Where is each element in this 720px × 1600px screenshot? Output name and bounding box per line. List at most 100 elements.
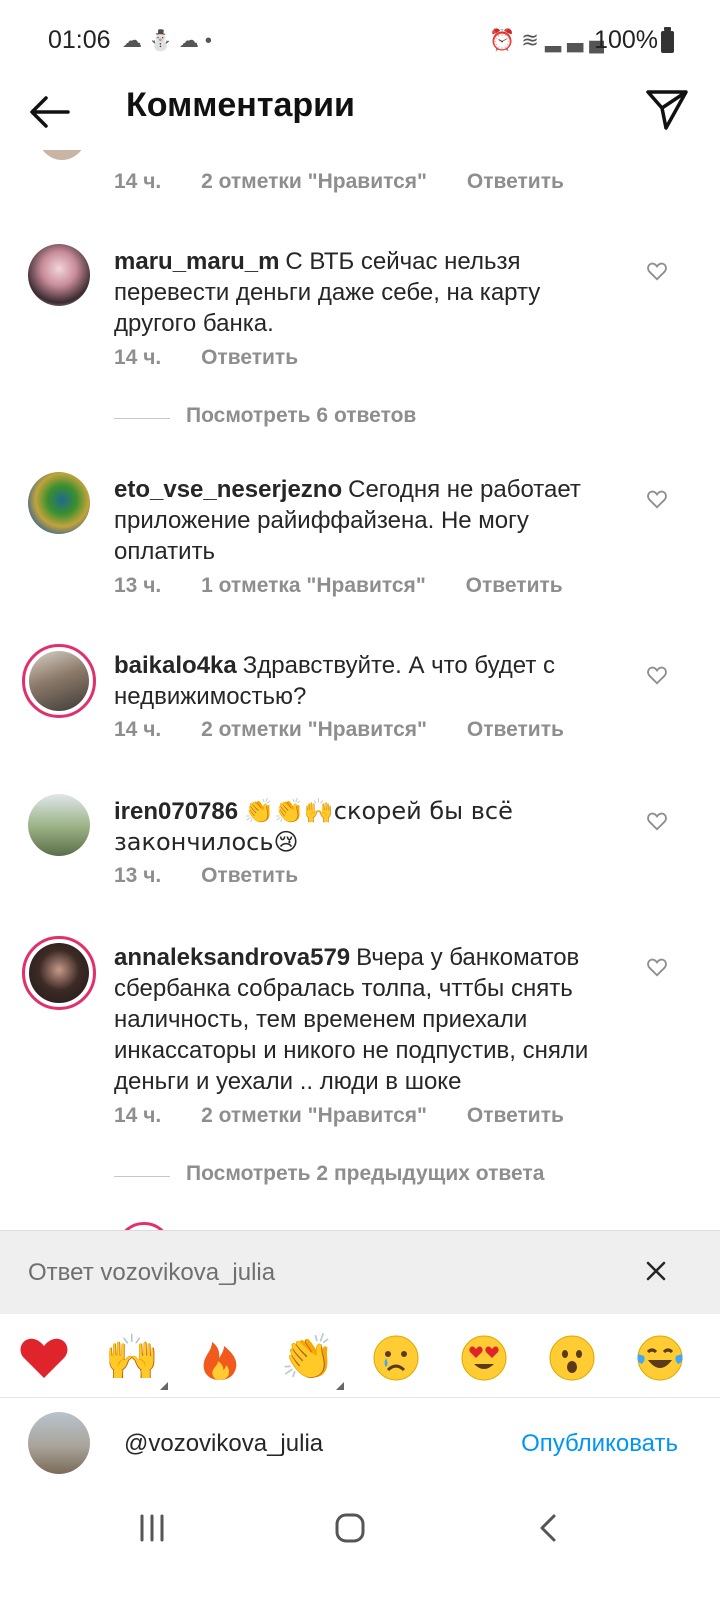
- comment-meta: 13 ч. Ответить: [114, 864, 332, 888]
- reply-link[interactable]: Ответить: [201, 864, 298, 888]
- comment-composer: @vozovikova_julia Опубликовать: [0, 1400, 720, 1492]
- divider: [114, 1176, 170, 1177]
- tears-of-joy-emoji-button[interactable]: [630, 1330, 690, 1386]
- battery-icon: [661, 27, 674, 53]
- fire-icon: [203, 1342, 237, 1380]
- heart-icon[interactable]: [646, 810, 668, 832]
- raising-hands-emoji-button[interactable]: 🙌: [102, 1330, 168, 1390]
- red-heart-emoji-button[interactable]: [14, 1330, 74, 1386]
- wifi-icon: ≋: [521, 29, 545, 52]
- heart-icon[interactable]: [646, 488, 668, 510]
- system-nav-bar: [0, 1492, 720, 1600]
- battery-percent: 100%: [594, 26, 658, 54]
- chevron-left-icon: [540, 1514, 556, 1542]
- comment-meta: 14 ч. 2 отметки "Нравится" Ответить: [114, 718, 598, 742]
- comment-time: 14 ч.: [114, 718, 162, 741]
- comment-likes[interactable]: 2 отметки "Нравится": [201, 718, 427, 742]
- arrow-left-icon: [30, 96, 70, 128]
- fire-emoji-button[interactable]: [190, 1330, 250, 1386]
- view-replies-button[interactable]: Посмотреть 2 предыдущих ответа: [114, 1162, 674, 1192]
- avatar[interactable]: [28, 472, 90, 534]
- variant-indicator: [336, 1382, 344, 1390]
- raising-hands-icon: 🙌: [104, 1332, 160, 1383]
- heart-icon[interactable]: [646, 260, 668, 282]
- comment-meta: 13 ч. 1 отметка "Нравится" Ответить: [114, 574, 597, 598]
- comment-text: eto_vse_neserjezno Сегодня не работает пр…: [114, 474, 624, 567]
- avatar: [29, 651, 89, 711]
- status-right-icons: ⏰≋▂▃▄: [489, 28, 610, 53]
- back-button[interactable]: [26, 88, 74, 136]
- clapping-hands-emoji-button[interactable]: 👏: [278, 1330, 344, 1390]
- dot-icon: •: [204, 30, 218, 52]
- comment-likes[interactable]: 2 отметки "Нравится": [201, 1104, 427, 1128]
- close-icon: [646, 1261, 666, 1281]
- crying-face-icon: [373, 1335, 419, 1381]
- avatar-with-story[interactable]: [22, 644, 96, 718]
- comment-likes[interactable]: 2 отметки "Нравится": [201, 170, 427, 194]
- comment-time: 13 ч.: [114, 574, 162, 597]
- comment-likes[interactable]: 1 отметка "Нравится": [201, 574, 426, 598]
- reply-link[interactable]: Ответить: [467, 170, 564, 194]
- red-heart-icon: [20, 1338, 68, 1378]
- comments-list[interactable]: 14 ч. 2 отметки "Нравится" Ответить maru…: [0, 140, 720, 1250]
- publish-button[interactable]: Опубликовать: [521, 1430, 678, 1458]
- reply-link[interactable]: Ответить: [467, 1104, 564, 1128]
- surprised-face-icon: [549, 1335, 595, 1381]
- avatar: [29, 943, 89, 1003]
- heart-icon[interactable]: [646, 664, 668, 686]
- comment-username[interactable]: eto_vse_neserjezno: [114, 476, 342, 503]
- comment-meta: 14 ч. Ответить: [114, 346, 332, 370]
- page-title: Комментарии: [126, 86, 355, 124]
- clapping-hands-icon: 👏: [280, 1332, 336, 1383]
- avatar[interactable]: [28, 794, 90, 856]
- surprised-face-emoji-button[interactable]: [542, 1330, 602, 1386]
- avatar-with-story[interactable]: [22, 936, 96, 1010]
- tears-of-joy-face-icon: [637, 1335, 683, 1381]
- comment-username[interactable]: annaleksandrova579: [114, 944, 350, 971]
- home-button[interactable]: [320, 1508, 380, 1548]
- divider: [114, 418, 170, 419]
- view-replies-button[interactable]: Посмотреть 6 ответов: [114, 404, 674, 434]
- avatar[interactable]: [28, 244, 90, 306]
- comment-text: maru_maru_m С ВТБ сейчас нельзя перевести…: [114, 246, 624, 339]
- comment-username[interactable]: maru_maru_m: [114, 248, 279, 275]
- reply-link[interactable]: Ответить: [466, 574, 563, 598]
- crying-face-emoji-button[interactable]: [366, 1330, 426, 1386]
- comment-time: 14 ч.: [114, 346, 162, 369]
- cloud-icon: ☁: [178, 30, 205, 52]
- replying-to-bar: Ответ vozovikova_julia: [0, 1230, 720, 1314]
- status-left-icons: ☁⛄☁•: [122, 28, 218, 53]
- heart-eyes-face-icon: [461, 1335, 507, 1381]
- home-icon: [335, 1513, 365, 1543]
- status-time: 01:06: [48, 26, 111, 54]
- emoji-quick-bar: 🙌 👏: [0, 1316, 720, 1398]
- comment-meta: 14 ч. 2 отметки "Нравится" Ответить: [114, 1104, 598, 1128]
- comment-text: iren070786 👏👏🙌скорей бы всё закончилось😢: [114, 796, 624, 858]
- current-user-avatar: [28, 1412, 90, 1474]
- comment-text: annaleksandrova579 Вчера у банкоматов сбе…: [114, 942, 624, 1097]
- alarm-icon: ⏰: [489, 29, 522, 52]
- comment-username[interactable]: baikalo4ka: [114, 652, 237, 679]
- variant-indicator: [160, 1382, 168, 1390]
- comment-meta: 14 ч. 2 отметки "Нравится" Ответить: [114, 170, 598, 194]
- comment-time: 13 ч.: [114, 864, 162, 887]
- comment-input[interactable]: @vozovikova_julia: [124, 1430, 323, 1458]
- comment-time: 14 ч.: [114, 170, 162, 193]
- heart-eyes-emoji-button[interactable]: [454, 1330, 514, 1386]
- replying-to-label: Ответ vozovikova_julia: [28, 1259, 276, 1286]
- figure-icon: ⛄: [148, 30, 179, 52]
- comment-time: 14 ч.: [114, 1104, 162, 1127]
- cancel-reply-button[interactable]: [640, 1255, 672, 1287]
- reply-link[interactable]: Ответить: [201, 346, 298, 370]
- share-button[interactable]: [644, 86, 690, 132]
- view-replies-label: Посмотреть 2 предыдущих ответа: [186, 1162, 545, 1185]
- header: Комментарии: [0, 80, 720, 150]
- paper-plane-icon: [646, 90, 688, 130]
- heart-icon[interactable]: [646, 956, 668, 978]
- recent-apps-button[interactable]: [122, 1508, 182, 1548]
- comment-text: baikalo4ka Здравствуйте. А что будет с не…: [114, 650, 624, 712]
- comment-username[interactable]: iren070786: [114, 798, 238, 825]
- system-back-button[interactable]: [518, 1508, 578, 1548]
- recent-apps-icon: [140, 1514, 164, 1542]
- reply-link[interactable]: Ответить: [467, 718, 564, 742]
